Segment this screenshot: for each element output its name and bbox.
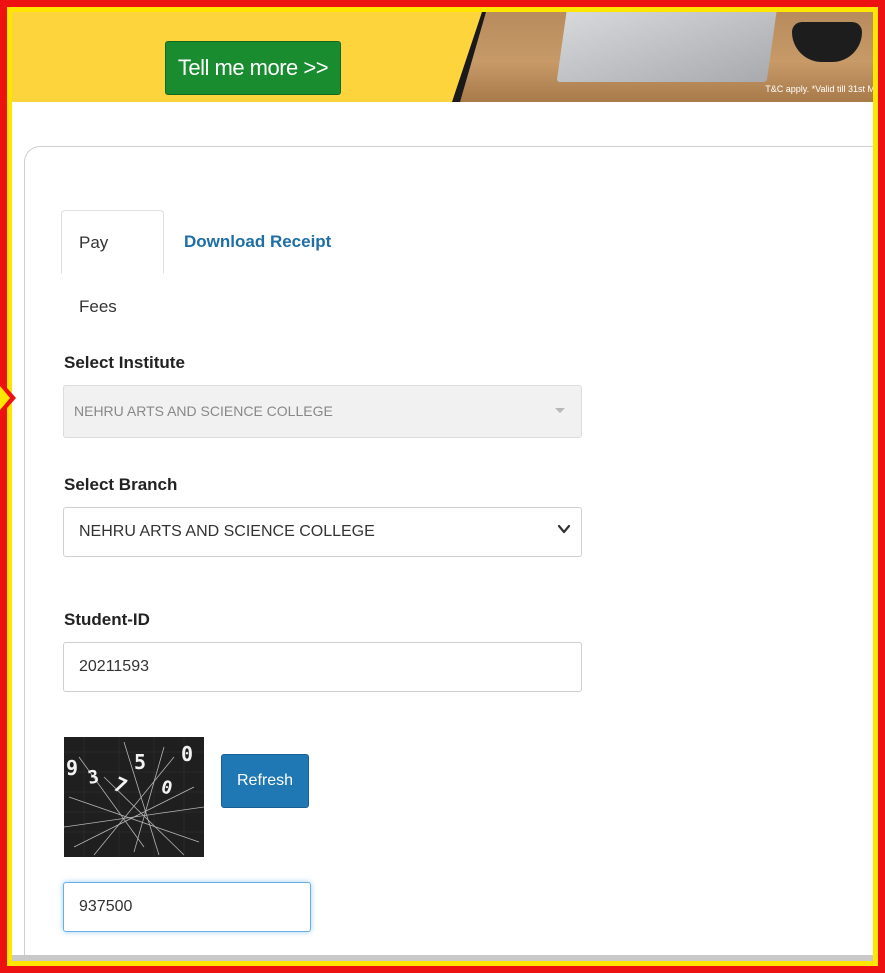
caret-down-icon [555, 408, 565, 413]
captcha-digit: 9 [66, 756, 78, 780]
tab-pay-fees[interactable]: Pay Fees [61, 210, 164, 316]
tab-download-receipt[interactable]: Download Receipt [167, 210, 348, 274]
captcha-digit: 5 [134, 750, 146, 774]
captcha-image: 9 3 7 5 0 0 [64, 737, 204, 857]
institute-label: Select Institute [64, 353, 185, 372]
promo-banner: T&C apply. *Valid till 31st Ma Tell me m… [12, 12, 874, 102]
branch-label: Select Branch [64, 475, 178, 494]
laptop-image [556, 12, 778, 82]
cup-image [792, 22, 862, 62]
banner-photo: T&C apply. *Valid till 31st Ma [452, 12, 874, 102]
banner-terms: T&C apply. *Valid till 31st Ma [765, 84, 874, 94]
branch-select[interactable]: NEHRU ARTS AND SCIENCE COLLEGE [63, 507, 582, 557]
student-id-label: Student-ID [64, 610, 150, 629]
refresh-captcha-button[interactable]: Refresh [221, 754, 309, 808]
captcha-noise: 9 3 7 5 0 0 [64, 737, 204, 857]
branch-select-value: NEHRU ARTS AND SCIENCE COLLEGE [79, 523, 375, 540]
captcha-digit: 0 [181, 742, 193, 766]
captcha-input[interactable]: 937500 [63, 882, 311, 932]
top-nav-strip [0, 0, 885, 10]
chevron-down-icon [557, 524, 571, 534]
tell-me-more-button[interactable]: Tell me more >> [165, 41, 341, 95]
student-id-input[interactable]: 20211593 [63, 642, 582, 692]
tab-bar: Pay Fees Download Receipt [61, 210, 881, 316]
bottom-scroll-edge [12, 955, 874, 963]
institute-select[interactable]: NEHRU ARTS AND SCIENCE COLLEGE [63, 385, 582, 438]
institute-select-value: NEHRU ARTS AND SCIENCE COLLEGE [74, 403, 333, 419]
